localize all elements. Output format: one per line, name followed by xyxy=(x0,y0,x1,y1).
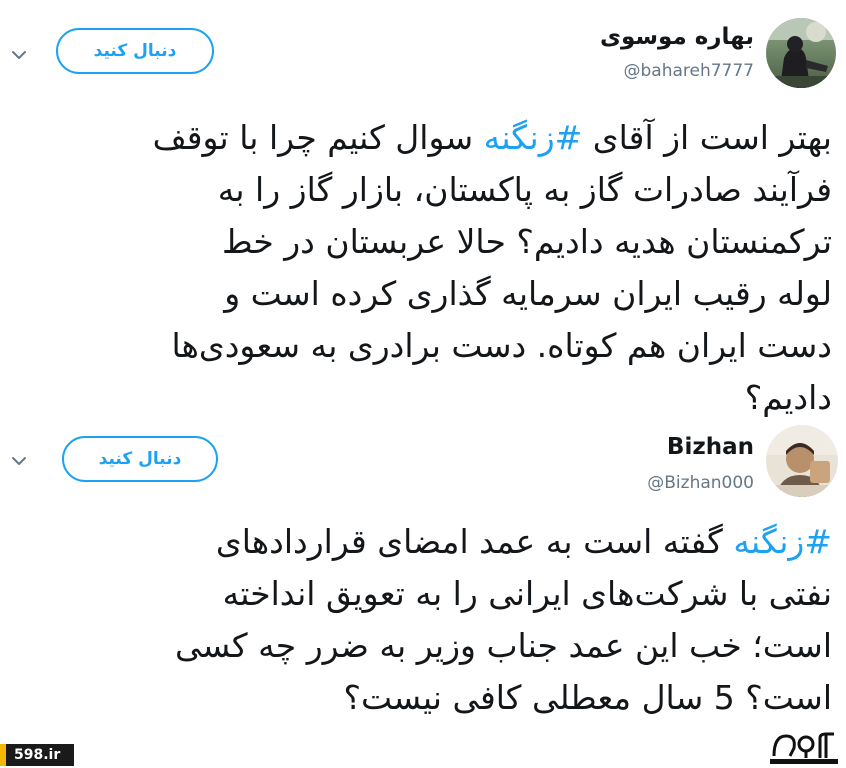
tweet-card: دنبال کنید Bizhan @Bizhan000 #زنگنه گفته… xyxy=(0,418,846,718)
site-url: 598.ir xyxy=(14,747,61,763)
tweet-line: فرآیند صادرات گاز به پاکستان، بازار گاز … xyxy=(217,170,832,209)
tweet-line: دادیم؟ xyxy=(744,378,832,417)
tweet-card: دنبال کنید بهاره موسوی @bahareh7777 بهتر… xyxy=(0,0,846,417)
follow-button[interactable]: دنبال کنید xyxy=(56,28,214,74)
tweet-line: است؟ 5 سال معطلی کافی نیست؟ xyxy=(343,678,832,717)
hashtag-link[interactable]: #زنگنه xyxy=(733,522,832,561)
tweet-line: بهتر است از آقای #زنگنه سوال کنیم چرا با… xyxy=(12,112,832,164)
text-segment: سوال کنیم چرا با توقف xyxy=(152,118,484,157)
text-segment: بهتر است از آقای xyxy=(582,118,832,157)
site-logo xyxy=(768,728,840,766)
text-segment: گفته است به عمد امضای قراردادهای xyxy=(215,522,734,561)
tweet-line: است؛ خب این عمد جناب وزیر به ضرر چه کسی xyxy=(174,626,832,665)
tweet-line: ترکمنستان هدیه دادیم؟ حالا عربستان در خط xyxy=(222,222,832,261)
tweet-line: نفتی با شرکت‌های ایرانی را به تعویق اندا… xyxy=(222,574,832,613)
user-info: Bizhan @Bizhan000 xyxy=(647,432,754,496)
user-handle[interactable]: @bahareh7777 xyxy=(600,58,754,84)
display-name[interactable]: بهاره موسوی xyxy=(600,22,754,52)
avatar-photo-man xyxy=(766,425,838,497)
display-name[interactable]: Bizhan xyxy=(647,432,754,462)
avatar-photo-woman xyxy=(766,18,836,88)
chevron-down-icon[interactable] xyxy=(10,452,28,470)
follow-button[interactable]: دنبال کنید xyxy=(62,436,218,482)
user-info: بهاره موسوی @bahareh7777 xyxy=(600,22,754,84)
tweet-text: بهتر است از آقای #زنگنه سوال کنیم چرا با… xyxy=(12,112,832,424)
tweet-line: لوله رقیب ایران سرمایه گذاری کرده است و xyxy=(224,274,832,313)
hashtag-link[interactable]: #زنگنه xyxy=(484,118,583,157)
user-handle[interactable]: @Bizhan000 xyxy=(647,470,754,496)
avatar[interactable] xyxy=(766,18,836,88)
avatar[interactable] xyxy=(766,425,838,497)
tweet-text: #زنگنه گفته است به عمد امضای قراردادهای … xyxy=(42,516,832,724)
site-watermark: 598.ir xyxy=(0,744,74,766)
chevron-down-icon[interactable] xyxy=(10,46,28,64)
tweet-line: دست ایران هم کوتاه. دست برادری به سعودی‌… xyxy=(171,326,832,365)
tweet-line: #زنگنه گفته است به عمد امضای قراردادهای xyxy=(42,516,832,568)
